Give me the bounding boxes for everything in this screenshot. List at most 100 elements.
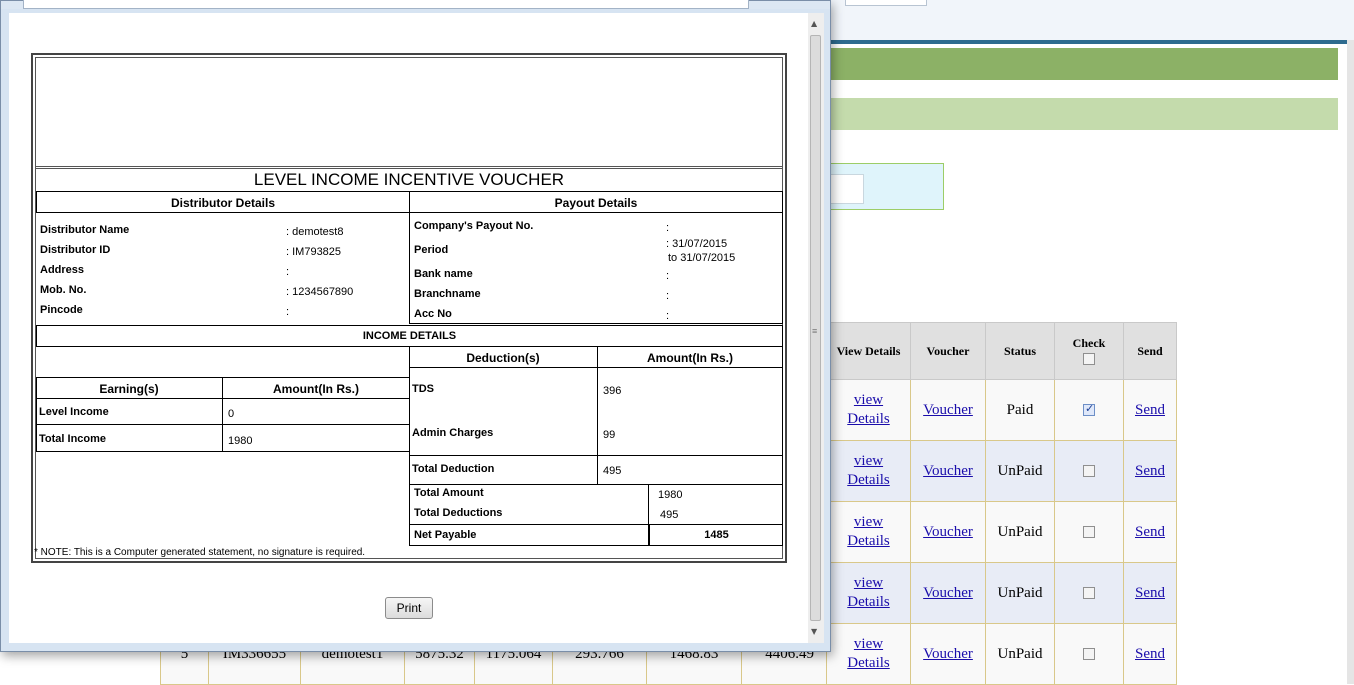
send-link[interactable]: Send — [1135, 524, 1165, 540]
row-checkbox[interactable] — [1083, 587, 1095, 600]
browser-search-field[interactable] — [845, 0, 927, 6]
view-details-link[interactable]: view Details — [844, 452, 894, 490]
voucher-cell: Voucher — [910, 501, 986, 563]
voucher-link[interactable]: Voucher — [923, 585, 973, 601]
row-checkbox[interactable] — [1083, 402, 1095, 417]
voucher-link[interactable]: Voucher — [923, 646, 973, 662]
send-cell: Send — [1123, 440, 1177, 502]
view-details-cell: view Details — [826, 562, 911, 624]
admin-charges-label: Admin Charges — [412, 427, 494, 439]
view-details-cell: view Details — [826, 379, 911, 441]
divider — [36, 424, 410, 425]
row-checkbox[interactable] — [1083, 526, 1095, 539]
send-cell: Send — [1123, 501, 1177, 563]
popup-scrollbar[interactable]: ▲ ≡ ▼ — [808, 13, 824, 643]
pincode-value: : — [286, 306, 290, 318]
total-amount-value: 1980 — [658, 489, 683, 501]
level-income-label: Level Income — [39, 406, 109, 418]
divider — [36, 166, 782, 167]
row-checkbox[interactable] — [1083, 465, 1095, 478]
period-value-start: : 31/07/2015 — [666, 238, 728, 250]
col-header-view-details: View Details — [826, 322, 911, 380]
send-link[interactable]: Send — [1135, 585, 1165, 601]
computer-generated-note: * NOTE: This is a Computer generated sta… — [34, 547, 366, 558]
page-header-bar — [830, 48, 1338, 80]
branch-name-value: : — [666, 290, 670, 302]
deductions-body-box — [409, 367, 783, 456]
header-stripe — [830, 40, 1354, 44]
address-value: : — [286, 266, 290, 278]
mobile-label: Mob. No. — [40, 284, 87, 296]
check-cell — [1054, 440, 1124, 502]
voucher-title: LEVEL INCOME INCENTIVE VOUCHER — [36, 168, 782, 192]
total-deduction-value: 495 — [603, 465, 622, 477]
view-details-cell: view Details — [826, 623, 911, 685]
voucher-document: LEVEL INCOME INCENTIVE VOUCHER Distribut… — [31, 53, 787, 563]
view-details-cell: view Details — [826, 501, 911, 563]
voucher-link[interactable]: Voucher — [923, 524, 973, 540]
status-cell: Paid — [985, 379, 1055, 441]
deductions-amount-col-header: Amount(In Rs.) — [647, 351, 733, 365]
period-label: Period — [414, 244, 449, 256]
voucher-link[interactable]: Voucher — [923, 402, 973, 418]
col-header-voucher: Voucher — [910, 322, 986, 380]
status-cell: UnPaid — [985, 501, 1055, 563]
distributor-details-header: Distributor Details — [170, 196, 275, 210]
page-scrollbar[interactable] — [1347, 40, 1354, 684]
income-details-header: INCOME DETAILS — [362, 330, 457, 342]
status-cell: UnPaid — [985, 440, 1055, 502]
check-cell — [1054, 623, 1124, 685]
row-checkbox[interactable] — [1083, 648, 1095, 661]
check-cell — [1054, 501, 1124, 563]
tds-label: TDS — [412, 383, 434, 395]
divider — [36, 398, 410, 399]
check-cell — [1054, 562, 1124, 624]
admin-charges-amount: 99 — [603, 429, 616, 441]
distributor-id-value: : IM793825 — [286, 246, 342, 258]
view-details-link[interactable]: view Details — [844, 513, 894, 551]
send-cell: Send — [1123, 379, 1177, 441]
total-deductions-label: Total Deductions — [414, 507, 503, 519]
distributor-name-value: : demotest8 — [286, 226, 344, 238]
view-details-link[interactable]: view Details — [844, 391, 894, 429]
voucher-cell: Voucher — [910, 440, 986, 502]
voucher-link[interactable]: Voucher — [923, 463, 973, 479]
earnings-col-header: Earning(s) — [99, 382, 159, 396]
earnings-amount-col-header: Amount(In Rs.) — [273, 382, 359, 396]
divider — [648, 484, 649, 525]
period-value-end: to 31/07/2015 — [668, 252, 736, 264]
print-button[interactable]: Print — [385, 597, 433, 619]
send-link[interactable]: Send — [1135, 402, 1165, 418]
deductions-col-header: Deduction(s) — [466, 351, 540, 365]
col-header-send: Send — [1123, 322, 1177, 380]
voucher-cell: Voucher — [910, 379, 986, 441]
total-income-label: Total Income — [39, 433, 107, 445]
distributor-name-label: Distributor Name — [40, 224, 130, 236]
col-header-status: Status — [985, 322, 1055, 380]
bank-name-value: : — [666, 270, 670, 282]
scroll-up-icon[interactable]: ▲ — [811, 19, 817, 28]
voucher-popup-window: LEVEL INCOME INCENTIVE VOUCHER Distribut… — [0, 0, 831, 652]
status-cell: UnPaid — [985, 562, 1055, 624]
total-income-amount: 1980 — [228, 435, 253, 447]
select-all-checkbox[interactable] — [1083, 353, 1095, 366]
filter-input[interactable] — [831, 174, 864, 204]
branch-name-label: Branchname — [414, 288, 481, 300]
view-details-link[interactable]: view Details — [844, 574, 894, 612]
tds-amount: 396 — [603, 385, 622, 397]
view-details-link[interactable]: view Details — [844, 635, 894, 673]
scroll-down-icon[interactable]: ▼ — [811, 627, 817, 636]
send-link[interactable]: Send — [1135, 463, 1165, 479]
payout-details-header: Payout Details — [554, 196, 638, 210]
status-cell: UnPaid — [985, 623, 1055, 685]
account-no-value: : — [666, 310, 670, 322]
send-link[interactable]: Send — [1135, 646, 1165, 662]
voucher-cell: Voucher — [910, 562, 986, 624]
pincode-label: Pincode — [40, 304, 83, 316]
bank-name-label: Bank name — [414, 268, 473, 280]
payout-no-label: Company's Payout No. — [414, 220, 534, 232]
total-amount-label: Total Amount — [414, 487, 484, 499]
grip-icon: ≡ — [812, 326, 818, 336]
address-label: Address — [40, 264, 85, 276]
scrollbar-thumb[interactable]: ≡ — [810, 35, 821, 621]
